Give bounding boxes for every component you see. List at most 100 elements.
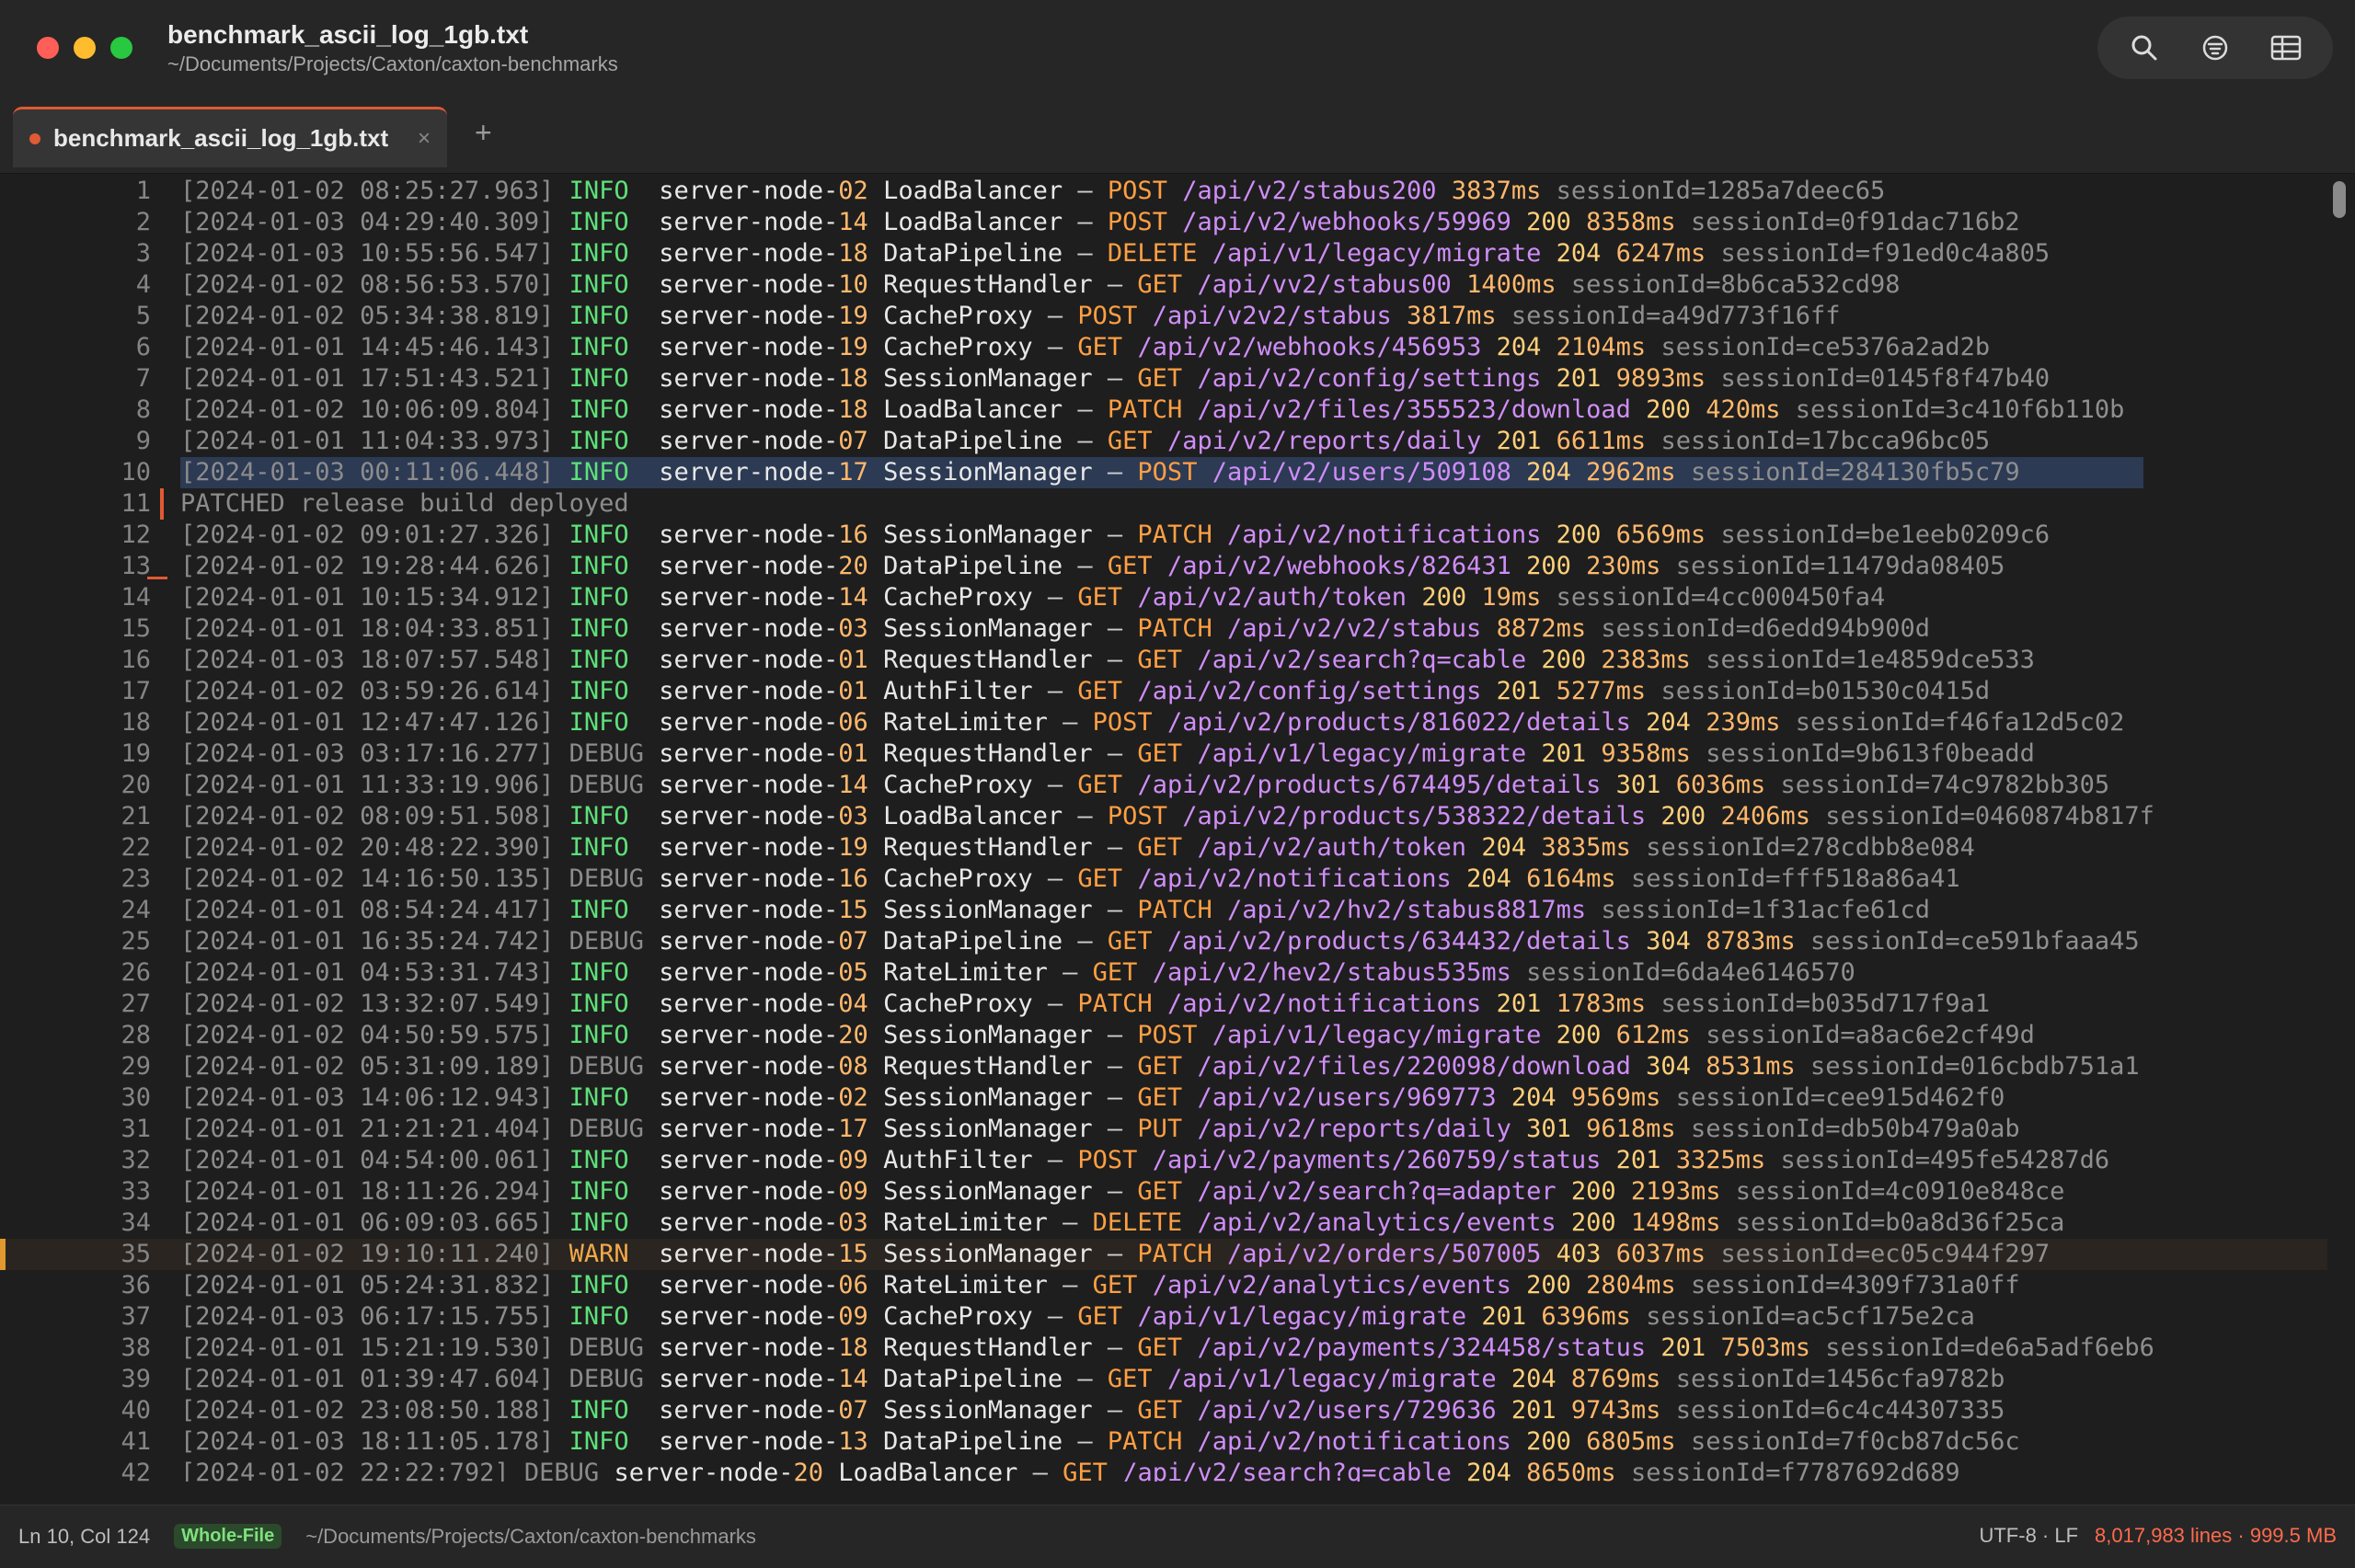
node-prefix: server-node- (659, 427, 839, 455)
log-line[interactable]: [2024-01-01 11:33:19.906] DEBUG server-n… (180, 770, 2109, 801)
minimize-window-button[interactable] (74, 37, 96, 59)
session-id: fff518a86a41 (1780, 864, 1960, 893)
mode-badge[interactable]: Whole-File (174, 1524, 282, 1549)
separator: – (1092, 1177, 1138, 1206)
log-line[interactable]: [2024-01-01 04:53:31.743] INFO server-no… (180, 957, 1855, 989)
separator: – (1017, 1459, 1063, 1482)
log-line[interactable]: [2024-01-01 14:45:46.143] INFO server-no… (180, 332, 1990, 363)
line-number: 33 (121, 1177, 151, 1206)
cursor-position[interactable]: Ln 10, Col 124 (18, 1525, 150, 1549)
component-name: DataPipeline (883, 239, 1063, 268)
columns-button[interactable] (2260, 22, 2312, 74)
node-number: 14 (838, 771, 868, 799)
session-id: 17bcca96bc05 (1810, 427, 1991, 455)
tab-close-button[interactable]: × (418, 126, 431, 152)
component-name: AuthFilter (883, 1146, 1033, 1174)
log-line[interactable]: [2024-01-01 12:47:47.126] INFO server-no… (180, 707, 2124, 738)
log-line[interactable]: [2024-01-03 06:17:15.755] INFO server-no… (180, 1301, 1975, 1333)
separator: – (1092, 1083, 1138, 1112)
node-prefix: server-node- (659, 1365, 839, 1393)
line-number: 15 (121, 614, 151, 643)
scrollbar-thumb[interactable] (2333, 181, 2346, 218)
log-line[interactable]: [2024-01-02 05:31:09.189] DEBUG server-n… (180, 1051, 2140, 1082)
log-line[interactable]: [2024-01-02 19:10:11.240] WARN server-no… (180, 1239, 2050, 1270)
log-line[interactable]: [2024-01-03 18:07:57.548] INFO server-no… (180, 645, 2035, 676)
log-line[interactable]: [2024-01-01 04:54:00.061] INFO server-no… (180, 1145, 2109, 1176)
log-line[interactable]: [2024-01-03 03:17:16.277] DEBUG server-n… (180, 738, 2035, 770)
zoom-window-button[interactable] (110, 37, 132, 59)
log-line[interactable]: [2024-01-01 06:09:03.665] INFO server-no… (180, 1207, 2064, 1239)
request-path: /api/v2/search?q=cable (1122, 1459, 1452, 1482)
log-text[interactable]: [2024-01-02 08:25:27.963] INFO server-no… (180, 174, 2324, 1482)
log-line[interactable]: [2024-01-01 17:51:43.521] INFO server-no… (180, 363, 2050, 395)
log-line[interactable]: [2024-01-02 23:08:50.188] INFO server-no… (180, 1395, 2005, 1426)
log-line[interactable]: [2024-01-02 08:56:53.570] INFO server-no… (180, 269, 1901, 301)
tab-benchmark-log[interactable]: benchmark_ascii_log_1gb.txt × (13, 107, 447, 167)
log-line[interactable]: [2024-01-02 20:48:22.390] INFO server-no… (180, 832, 1975, 864)
log-line[interactable]: [2024-01-03 10:55:56.547] INFO server-no… (180, 238, 2050, 269)
session-id: a49d773f16ff (1660, 302, 1841, 330)
log-line[interactable]: [2024-01-02 14:16:50.135] DEBUG server-n… (180, 864, 1960, 895)
editor-area[interactable]: 1 2 3 4 5 6 7 8 9 10 11 12 13 14 15 16 17 18 19 20 21 22 23 24 2… (0, 174, 2355, 1482)
log-line[interactable]: [2024-01-03 14:06:12.943] INFO server-no… (180, 1082, 2005, 1114)
request-path: /api/vv2/stabus00 (1197, 270, 1452, 299)
log-line[interactable]: [2024-01-02 19:28:44.626] INFO server-no… (180, 551, 2005, 582)
timestamp: [2024-01-01 18:04:33.851] (180, 614, 555, 643)
node-number: 07 (838, 427, 868, 455)
log-line[interactable]: [2024-01-03 04:29:40.309] INFO server-no… (180, 207, 2020, 238)
node-number: 03 (838, 802, 868, 830)
component-name: RateLimiter (883, 958, 1048, 987)
log-line[interactable]: [2024-01-01 08:54:24.417] INFO server-no… (180, 895, 1930, 926)
log-line[interactable]: [2024-01-02 08:09:51.508] INFO server-no… (180, 801, 2154, 832)
timestamp: [2024-01-01 04:54:00.061] (180, 1146, 555, 1174)
status-code: 204 (1466, 864, 1511, 893)
node-prefix: server-node- (659, 395, 839, 424)
log-level: INFO (569, 552, 629, 580)
log-line[interactable]: [2024-01-02 10:06:09.804] INFO server-no… (180, 395, 2124, 426)
log-line[interactable]: [2024-01-02 09:01:27.326] INFO server-no… (180, 520, 2050, 551)
log-line[interactable]: [2024-01-02 04:50:59.575] INFO server-no… (180, 1020, 2035, 1051)
separator: – (1032, 583, 1078, 612)
separator: – (1092, 614, 1138, 643)
component-name: DataPipeline (883, 1365, 1063, 1393)
log-line[interactable]: [2024-01-01 01:39:47.604] DEBUG server-n… (180, 1364, 2005, 1395)
timestamp: [2024-01-01 05:24:31.832] (180, 1271, 555, 1299)
log-line[interactable]: [2024-01-01 15:21:19.530] DEBUG server-n… (180, 1333, 2154, 1364)
log-line[interactable]: [2024-01-03 18:11:05.178] INFO server-no… (180, 1426, 2020, 1458)
duration: 2962ms (1586, 458, 1676, 486)
log-line[interactable]: [2024-01-01 18:04:33.851] INFO server-no… (180, 613, 1930, 645)
request-path: /api/v2/payments/324458/status (1197, 1333, 1647, 1362)
log-line[interactable]: [2024-01-02 13:32:07.549] INFO server-no… (180, 989, 1990, 1020)
log-line[interactable]: [2024-01-03 00:11:06.448] INFO server-no… (180, 457, 2020, 488)
node-prefix: server-node- (659, 552, 839, 580)
line-number: 3 (135, 239, 151, 268)
log-line[interactable]: [2024-01-02 22:22:792] DEBUG server-node… (180, 1458, 1960, 1482)
component-name: DataPipeline (883, 552, 1063, 580)
log-line[interactable]: [2024-01-01 11:04:33.973] INFO server-no… (180, 426, 1990, 457)
node-number: 19 (838, 302, 868, 330)
log-line[interactable]: [2024-01-01 18:11:26.294] INFO server-no… (180, 1176, 2064, 1207)
log-level: INFO (569, 1021, 629, 1049)
log-line[interactable]: [2024-01-01 10:15:34.912] INFO server-no… (180, 582, 1885, 613)
duration: 8783ms (1706, 927, 1796, 956)
component-name: SessionManager (883, 521, 1093, 549)
encoding-label[interactable]: UTF-8 · LF (1979, 1524, 2078, 1548)
vertical-scrollbar[interactable] (2333, 181, 2346, 1469)
filter-button[interactable] (2189, 22, 2241, 74)
component-name: RequestHandler (883, 1052, 1093, 1081)
log-line[interactable]: [2024-01-02 05:34:38.819] INFO server-no… (180, 301, 1841, 332)
log-line[interactable]: [2024-01-02 03:59:26.614] INFO server-no… (180, 676, 1990, 707)
session-key: sessionId= (1720, 364, 1871, 393)
search-button[interactable] (2119, 22, 2170, 74)
log-line[interactable]: [2024-01-01 21:21:21.404] DEBUG server-n… (180, 1114, 2020, 1145)
separator: – (1092, 833, 1138, 862)
close-window-button[interactable] (37, 37, 59, 59)
log-line[interactable]: [2024-01-02 08:25:27.963] INFO server-no… (180, 176, 1885, 207)
new-tab-button[interactable]: + (475, 116, 492, 150)
node-number: 08 (838, 1052, 868, 1081)
status-bar: Ln 10, Col 124 Whole-File ~/Documents/Pr… (0, 1505, 2355, 1568)
log-line[interactable]: [2024-01-01 05:24:31.832] INFO server-no… (180, 1270, 2020, 1301)
log-line[interactable]: [2024-01-01 16:35:24.742] DEBUG server-n… (180, 926, 2140, 957)
separator: – (1092, 739, 1138, 768)
log-line[interactable]: PATCHED release build deployed (180, 488, 629, 520)
